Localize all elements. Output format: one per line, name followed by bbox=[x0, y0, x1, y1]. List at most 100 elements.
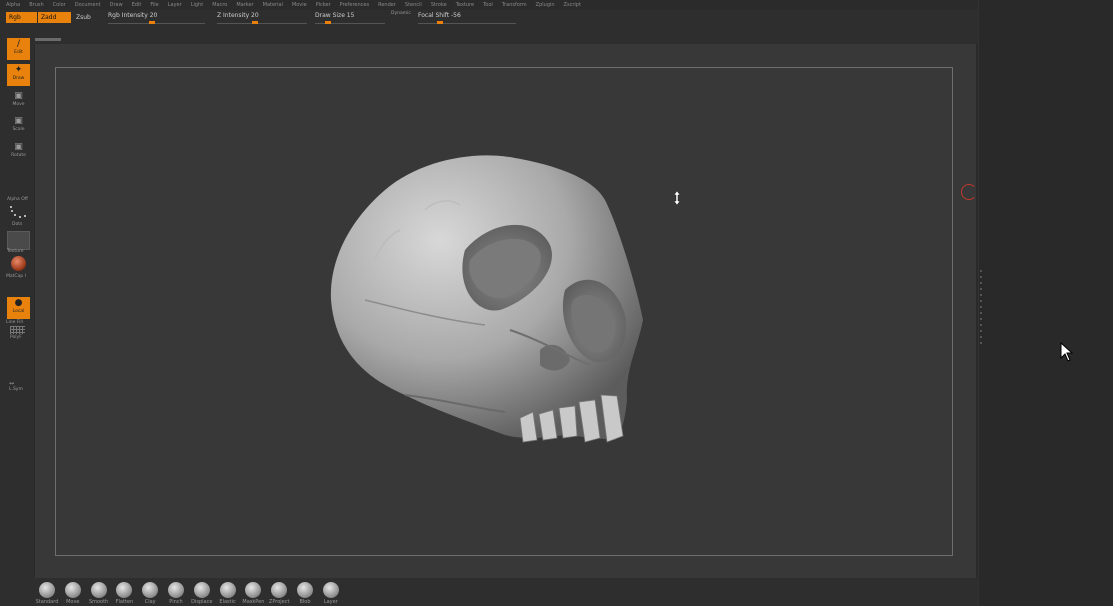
brush-label: MaskPen bbox=[242, 599, 265, 605]
brush-button[interactable]: Flatten bbox=[111, 582, 137, 605]
zsub-button[interactable]: Zsub bbox=[73, 12, 94, 23]
brush-sphere-icon bbox=[297, 582, 313, 598]
polyf-label: PolyF bbox=[10, 335, 22, 340]
draw-size-slider[interactable]: Draw Size 15 bbox=[315, 12, 385, 28]
edit-button[interactable]: ∕ Edit bbox=[7, 38, 30, 60]
brush-sphere-icon bbox=[271, 582, 288, 598]
line-fill-label[interactable]: Line Fill bbox=[6, 320, 23, 325]
brush-button[interactable]: Standard bbox=[34, 582, 60, 605]
menu-item[interactable]: Edit bbox=[132, 2, 142, 8]
menu-item[interactable]: Color bbox=[53, 2, 66, 8]
view-marker-icon bbox=[961, 184, 977, 200]
menu-item[interactable]: Zscript bbox=[564, 2, 581, 8]
lsym-arrows-icon[interactable]: ↔ bbox=[9, 380, 14, 387]
scale-button[interactable]: ▣ Scale bbox=[7, 115, 30, 137]
matcap-material-icon[interactable] bbox=[11, 256, 26, 271]
rgb-intensity-knob[interactable] bbox=[149, 21, 155, 24]
brush-label: Clay bbox=[144, 599, 156, 605]
brush-label: Elastic bbox=[219, 599, 236, 605]
brush-sphere-icon bbox=[142, 582, 159, 598]
scale-label: Scale bbox=[12, 127, 25, 132]
local-button[interactable]: ● Local bbox=[7, 297, 30, 319]
z-intensity-knob[interactable] bbox=[252, 21, 258, 24]
rotate-button[interactable]: ▣ Rotate bbox=[7, 141, 30, 163]
focal-shift-knob[interactable] bbox=[437, 21, 443, 24]
draw-label: Draw bbox=[12, 76, 25, 81]
menu-item[interactable]: Marker bbox=[236, 2, 253, 8]
menu-item[interactable]: File bbox=[150, 2, 158, 8]
edit-label: Edit bbox=[14, 50, 23, 55]
menu-item[interactable]: Alpha bbox=[6, 2, 20, 8]
draw-size-label: Draw Size 15 bbox=[315, 12, 355, 19]
brush-label: Smooth bbox=[88, 599, 109, 605]
brush-label: Standard bbox=[35, 599, 59, 605]
lsym-label: L.Sym bbox=[9, 387, 23, 392]
dots-stroke-icon[interactable] bbox=[8, 205, 30, 219]
brush-sphere-icon bbox=[322, 582, 339, 598]
arrow-cursor-icon bbox=[1060, 342, 1074, 362]
texture-label: Texture bbox=[7, 249, 24, 254]
brush-sphere-icon bbox=[219, 582, 236, 598]
menu-item[interactable]: Picker bbox=[316, 2, 331, 8]
vertical-resize-icon bbox=[673, 191, 681, 205]
alpha-off-label[interactable]: Alpha Off bbox=[7, 197, 28, 202]
menu-item[interactable]: Stencil bbox=[405, 2, 422, 8]
brush-sphere-icon bbox=[245, 582, 262, 598]
menu-item[interactable]: Brush bbox=[29, 2, 43, 8]
brush-label: Blob bbox=[299, 599, 311, 605]
z-intensity-slider[interactable]: Z Intensity 20 bbox=[217, 12, 307, 28]
brush-label: Displace bbox=[191, 599, 213, 605]
move-button[interactable]: ▣ Move bbox=[7, 90, 30, 112]
texture-swatch[interactable] bbox=[7, 231, 30, 250]
brush-button[interactable]: ZProject bbox=[266, 582, 292, 605]
zadd-button[interactable]: Zadd bbox=[38, 12, 71, 23]
rotate-icon: ▣ bbox=[14, 142, 23, 152]
menu-item[interactable]: Macro bbox=[212, 2, 227, 8]
menu-item[interactable]: Transform bbox=[502, 2, 527, 8]
brush-button[interactable]: Pinch bbox=[163, 582, 189, 605]
menu-item[interactable]: Tool bbox=[483, 2, 493, 8]
menu-item[interactable]: Movie bbox=[292, 2, 307, 8]
menu-bar: Alpha Brush Color Document Draw Edit File Layer… bbox=[0, 0, 984, 10]
brush-sphere-icon bbox=[90, 582, 107, 598]
brush-label: Pinch bbox=[169, 599, 183, 605]
dynamic-toggle[interactable]: Dynamic bbox=[391, 11, 411, 16]
focal-shift-slider[interactable]: Focal Shift -56 bbox=[418, 12, 516, 28]
brush-button[interactable]: Move bbox=[60, 582, 86, 605]
rotate-label: Rotate bbox=[11, 153, 26, 158]
tray-resize-handle[interactable] bbox=[980, 270, 982, 345]
rgb-button[interactable]: Rgb bbox=[6, 12, 37, 23]
menu-item[interactable]: Preferences bbox=[340, 2, 369, 8]
menu-item[interactable]: Draw bbox=[110, 2, 123, 8]
brush-label: Move bbox=[66, 599, 80, 605]
brush-button[interactable]: MaskPen bbox=[240, 582, 266, 605]
menu-item[interactable]: Document bbox=[75, 2, 101, 8]
brush-button[interactable]: Elastic bbox=[215, 582, 241, 605]
draw-size-knob[interactable] bbox=[325, 21, 331, 24]
menu-item[interactable]: Material bbox=[263, 2, 283, 8]
right-tray bbox=[978, 0, 1113, 606]
brush-button[interactable]: Layer bbox=[318, 582, 344, 605]
menu-item[interactable]: Texture bbox=[456, 2, 474, 8]
toolbar-divider bbox=[35, 38, 61, 41]
draw-icon: ✦ bbox=[14, 65, 23, 75]
brush-button[interactable]: Smooth bbox=[86, 582, 112, 605]
z-intensity-track bbox=[217, 23, 307, 24]
brush-button[interactable]: Clay bbox=[137, 582, 163, 605]
menu-item[interactable]: Render bbox=[378, 2, 396, 8]
menu-item[interactable]: Layer bbox=[168, 2, 182, 8]
draw-button[interactable]: ✦ Draw bbox=[7, 64, 30, 86]
polyframe-grid-icon[interactable] bbox=[10, 326, 25, 334]
rgb-intensity-slider[interactable]: Rgb Intensity 20 bbox=[108, 12, 205, 28]
skull-model[interactable] bbox=[325, 150, 655, 450]
brush-sphere-icon bbox=[64, 582, 81, 598]
rgb-intensity-label: Rgb Intensity 20 bbox=[108, 12, 158, 19]
menu-item[interactable]: Light bbox=[191, 2, 203, 8]
menu-item[interactable]: Zplugin bbox=[536, 2, 555, 8]
brush-button[interactable]: Blob bbox=[292, 582, 318, 605]
focal-shift-label: Focal Shift -56 bbox=[418, 12, 461, 19]
move-label: Move bbox=[12, 102, 25, 107]
brush-button[interactable]: Displace bbox=[189, 582, 215, 605]
menu-item[interactable]: Stroke bbox=[431, 2, 447, 8]
local-icon: ● bbox=[14, 298, 23, 308]
